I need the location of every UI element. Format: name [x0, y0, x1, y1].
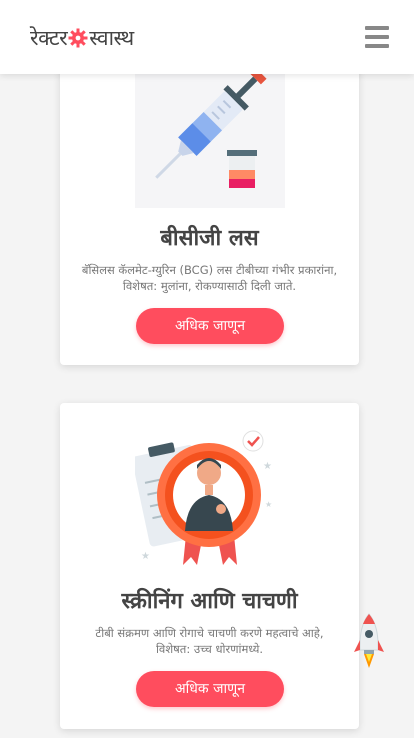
card-description: बॅसिलस कॅलमेट-ग्युरिन (BCG) लस टीबीच्या … [81, 263, 338, 293]
learn-more-button[interactable]: अधिक जाणून [136, 308, 284, 344]
rocket-icon[interactable] [352, 612, 386, 672]
card-title: स्क्रीनिंग आणि चाचणी [121, 589, 298, 614]
logo-text-part1: रेक्टर [30, 26, 68, 50]
app-header: रेक्टर स्वास्थ [0, 0, 414, 74]
brand-logo[interactable]: रेक्टर स्वास्थ [30, 24, 134, 52]
logo-text-part2: स्वास्थ [89, 26, 134, 50]
hamburger-menu-icon[interactable] [365, 26, 389, 48]
doctor-badge-icon: ★ ★ ★ [135, 430, 272, 565]
card-description: टीबी संक्रमण आणि रोगाचे चाचणी करणे महत्व… [95, 626, 324, 656]
gear-logo-icon [68, 28, 88, 48]
svg-text:★: ★ [265, 500, 272, 509]
card-title: बीसीजी लस [160, 226, 259, 251]
svg-text:★: ★ [263, 461, 272, 472]
vaccine-card: बीसीजी लस बॅसिलस कॅलमेट-ग्युरिन (BCG) लस… [60, 40, 359, 365]
svg-text:★: ★ [141, 551, 150, 562]
screening-card: ★ ★ ★ स्क्रीनिंग आणि चाचणी टीबी संक्रमण … [60, 403, 359, 729]
learn-more-button[interactable]: अधिक जाणून [136, 671, 284, 707]
